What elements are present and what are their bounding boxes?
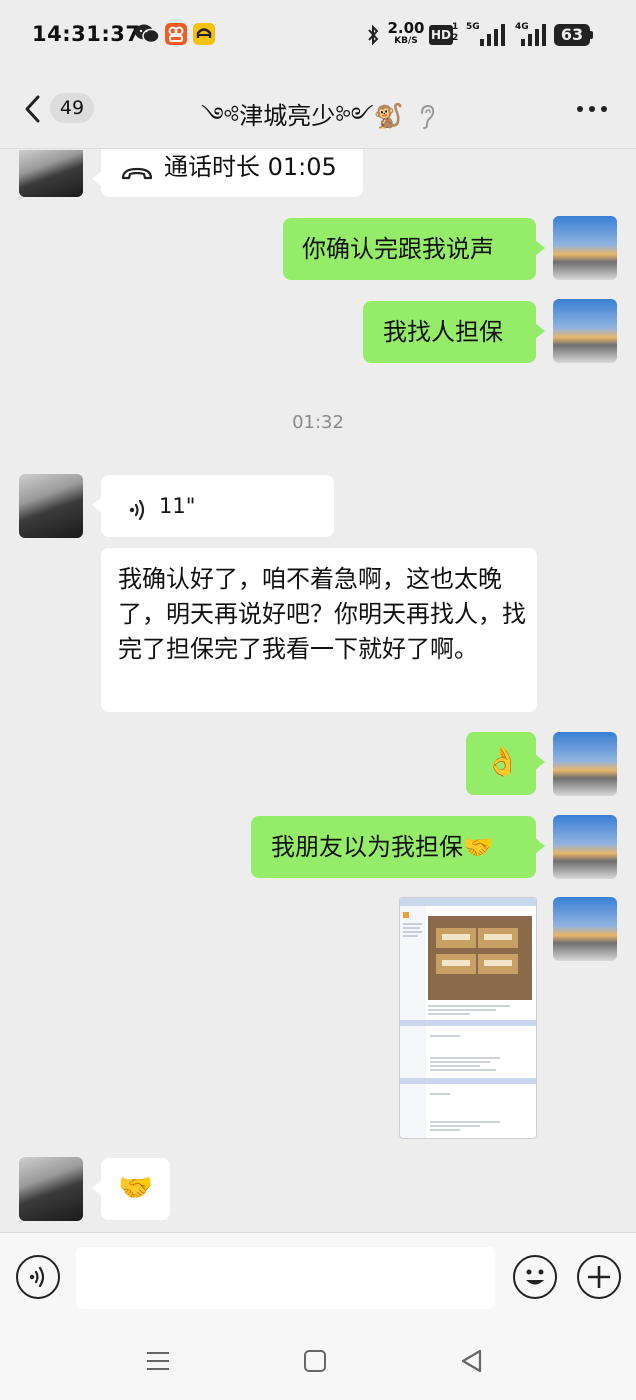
- app-notification-icon: [165, 23, 187, 45]
- battery-icon: 63: [554, 24, 590, 46]
- signal-5g-label: 5G: [466, 22, 480, 32]
- hd-badge: HD: [429, 25, 453, 45]
- car-app-icon: [193, 23, 215, 45]
- message-timestamp: 01:32: [292, 412, 344, 433]
- sent-image-screenshot[interactable]: [399, 897, 537, 1139]
- sent-message-bubble[interactable]: 我找人担保: [363, 301, 545, 363]
- handshake-emoji: 🤝: [118, 1171, 153, 1204]
- hd-sub: 1 2: [452, 22, 459, 43]
- voice-message-bubble[interactable]: 11": [92, 475, 334, 537]
- contact-avatar[interactable]: [19, 1157, 83, 1221]
- voice-duration: 11": [159, 494, 196, 518]
- bluetooth-icon: [366, 24, 380, 46]
- plus-more-icon[interactable]: [577, 1255, 621, 1299]
- message-input[interactable]: [76, 1247, 495, 1309]
- ear-icon: [419, 104, 435, 130]
- battery-tip: [590, 31, 593, 39]
- call-record-bubble[interactable]: 通话时长 01:05: [92, 149, 363, 197]
- received-emoji-bubble[interactable]: 🤝: [92, 1158, 170, 1220]
- sent-message-bubble[interactable]: 我朋友以为我担保🤝: [251, 816, 545, 878]
- signal-5g-icon: 5G: [466, 22, 510, 48]
- contact-avatar[interactable]: [19, 150, 83, 197]
- message-text: 我找人担保: [383, 318, 503, 346]
- ok-hand-emoji: 👌: [485, 745, 520, 778]
- my-avatar[interactable]: [553, 216, 617, 280]
- my-avatar[interactable]: [553, 732, 617, 796]
- phone-hangup-icon: [121, 158, 153, 180]
- message-text: 你确认完跟我说声: [302, 235, 494, 263]
- signal-4g-icon: 4G: [515, 22, 549, 48]
- my-avatar[interactable]: [553, 815, 617, 879]
- menu-icon[interactable]: [146, 1350, 170, 1372]
- my-avatar[interactable]: [553, 897, 617, 961]
- chat-title: ༺津城亮少༻🐒: [0, 90, 636, 157]
- more-options-icon[interactable]: [576, 94, 608, 124]
- message-text: 我确认好了，咱不着急啊，这也太晚了，明天再说好吧？你明天再找人，找完了担保完了我…: [118, 565, 526, 663]
- status-time: 14:31:37: [32, 22, 141, 46]
- call-duration-text: 通话时长 01:05: [164, 153, 337, 181]
- battery-level: 63: [560, 25, 584, 44]
- home-icon[interactable]: [304, 1350, 326, 1372]
- received-message-bubble[interactable]: 我确认好了，咱不着急啊，这也太晚了，明天再说好吧？你明天再找人，找完了担保完了我…: [101, 548, 537, 712]
- net-speed: 2.00 KB/S: [386, 21, 426, 49]
- net-speed-value: 2.00: [387, 19, 425, 37]
- message-text: 我朋友以为我担保🤝: [271, 833, 493, 861]
- voice-input-icon[interactable]: [16, 1255, 60, 1299]
- wechat-icon: [134, 22, 160, 46]
- back-triangle-icon[interactable]: [459, 1348, 483, 1374]
- my-avatar[interactable]: [553, 299, 617, 363]
- sent-message-bubble[interactable]: 你确认完跟我说声: [283, 218, 545, 280]
- voice-wave-icon: [129, 495, 149, 521]
- chat-title-text: ༺津城亮少༻🐒: [200, 102, 404, 130]
- emoji-smiley-icon[interactable]: [513, 1255, 557, 1299]
- sent-emoji-bubble[interactable]: 👌: [466, 732, 545, 795]
- net-speed-unit: KB/S: [394, 36, 418, 46]
- contact-avatar[interactable]: [19, 474, 83, 538]
